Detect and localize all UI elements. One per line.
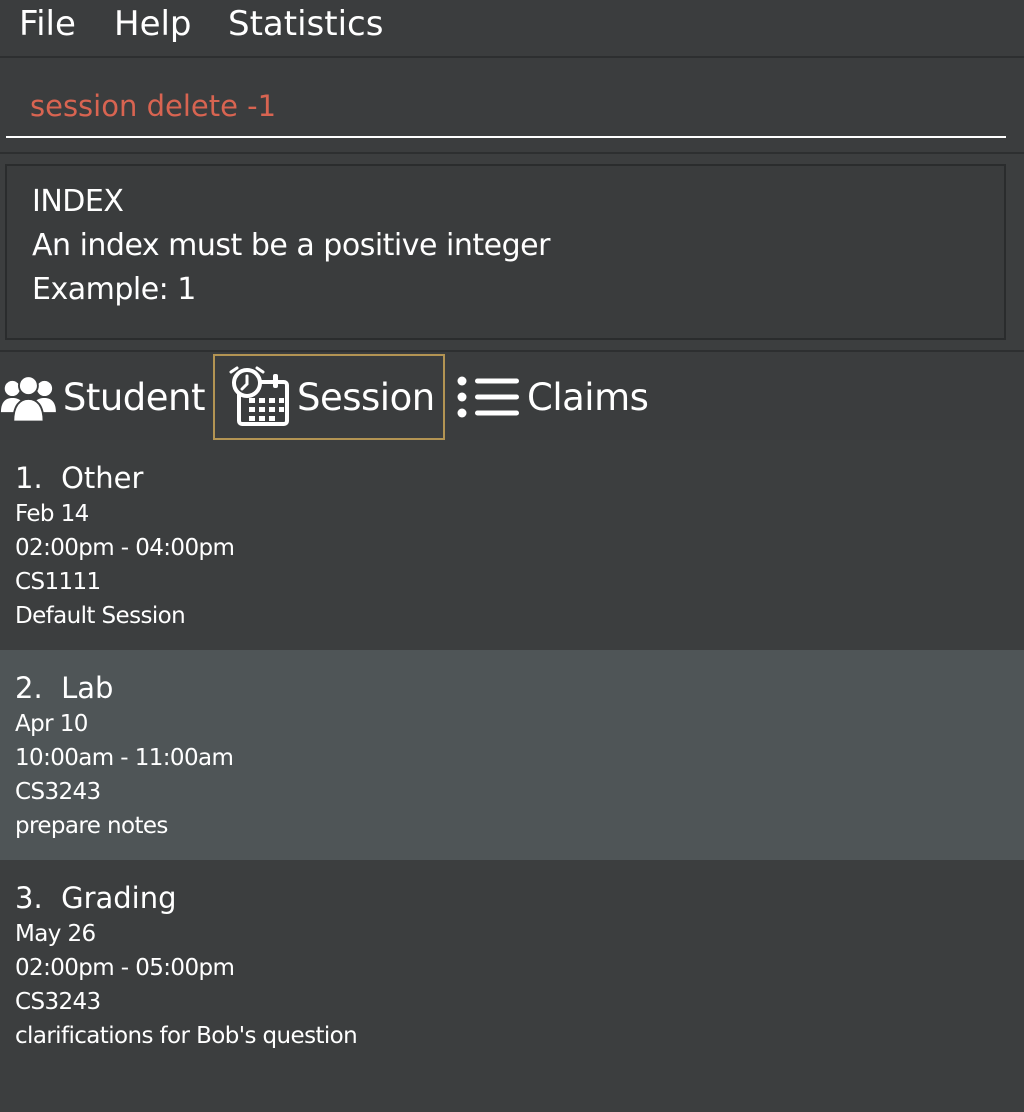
session-card[interactable]: 2. Lab Apr 10 10:00am - 11:00am CS3243 p… (0, 650, 1024, 860)
session-index: 1. (15, 461, 43, 495)
calendar-clock-icon (229, 366, 289, 426)
menu-help[interactable]: Help (114, 2, 192, 46)
tab-session-label: Session (297, 375, 435, 419)
tab-claims-label: Claims (527, 375, 649, 419)
session-time: 02:00pm - 05:00pm (15, 955, 235, 981)
session-module: CS1111 (15, 569, 101, 595)
session-date: Apr 10 (15, 711, 88, 737)
command-box (0, 58, 1024, 154)
session-time: 02:00pm - 04:00pm (15, 535, 235, 561)
menu-statistics[interactable]: Statistics (228, 2, 383, 46)
session-index: 2. (15, 671, 43, 705)
session-date: Feb 14 (15, 501, 89, 527)
session-remark: clarifications for Bob's question (15, 1023, 358, 1049)
tab-session[interactable]: Session (213, 354, 445, 440)
session-module: CS3243 (15, 779, 101, 805)
tab-claims[interactable]: Claims (455, 354, 655, 440)
session-type: Lab (61, 671, 114, 705)
session-type: Other (61, 461, 144, 495)
session-title: 1. Other (15, 458, 143, 498)
session-card[interactable]: 3. Grading May 26 02:00pm - 05:00pm CS32… (0, 860, 1024, 1070)
session-list: 1. Other Feb 14 02:00pm - 04:00pm CS1111… (0, 440, 1024, 1070)
result-line-1: INDEX (32, 184, 124, 219)
result-line-2: An index must be a positive integer (32, 228, 550, 263)
list-icon (457, 376, 519, 418)
tab-student-label: Student (62, 375, 206, 419)
menu-file[interactable]: File (19, 2, 76, 46)
result-line-3: Example: 1 (32, 272, 196, 307)
result-display: INDEX An index must be a positive intege… (5, 164, 1006, 340)
session-remark: prepare notes (15, 813, 168, 839)
session-date: May 26 (15, 921, 96, 947)
session-title: 2. Lab (15, 668, 113, 708)
menu-bar: File Help Statistics (0, 0, 1024, 58)
people-icon (0, 375, 56, 423)
session-module: CS3243 (15, 989, 101, 1015)
session-card[interactable]: 1. Other Feb 14 02:00pm - 04:00pm CS1111… (0, 440, 1024, 650)
session-title: 3. Grading (15, 878, 177, 918)
session-remark: Default Session (15, 603, 186, 629)
tab-student[interactable]: Student (0, 354, 206, 440)
session-type: Grading (61, 881, 177, 915)
command-input[interactable] (6, 76, 1006, 138)
session-time: 10:00am - 11:00am (15, 745, 234, 771)
session-index: 3. (15, 881, 43, 915)
tab-bar: Student Session Claims (0, 350, 1024, 442)
